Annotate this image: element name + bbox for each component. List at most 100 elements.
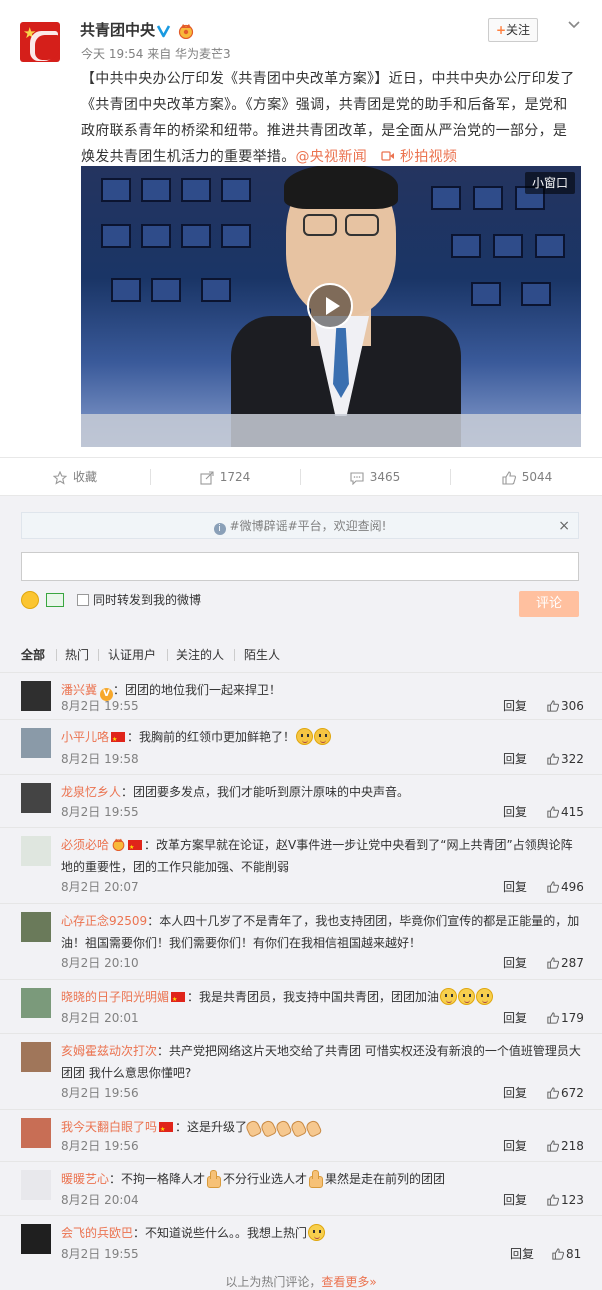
commenter-avatar[interactable] [21, 1170, 51, 1200]
commenter-name[interactable]: 必须必哈 [61, 838, 109, 852]
china-flag-icon [128, 837, 143, 859]
reply-link[interactable]: 回复 [503, 698, 527, 714]
reply-link[interactable]: 回复 [503, 1085, 527, 1101]
close-icon[interactable]: × [558, 513, 570, 539]
comment-like-button[interactable]: 322 [547, 751, 584, 767]
image-icon[interactable] [46, 593, 64, 607]
thumbs-up-icon [547, 1140, 560, 1152]
comment-time: 8月2日 20:01 [61, 1011, 139, 1025]
comment-like-button[interactable]: 81 [552, 1246, 581, 1262]
glasses-right [345, 214, 379, 236]
tab-following[interactable]: 关注的人 [176, 644, 224, 666]
commenter-name[interactable]: 晓晓的日子阳光明媚 [61, 990, 169, 1004]
commenter-name[interactable]: 小平儿咯 [61, 730, 109, 744]
tab-verified[interactable]: 认证用户 [108, 644, 156, 666]
reply-link[interactable]: 回复 [510, 1246, 534, 1262]
comment-item: 小平儿咯 ：我胸前的红领巾更加鲜艳了！ 8月2日 19:58 回复 322 [0, 719, 602, 774]
commenter-name[interactable]: 我今天翻白眼了吗 [61, 1120, 157, 1134]
bg-screen [181, 178, 211, 202]
verified-v-icon[interactable] [155, 22, 172, 39]
reply-link[interactable]: 回复 [503, 804, 527, 820]
commenter-avatar[interactable] [21, 1042, 51, 1072]
follow-label: 关注 [506, 23, 531, 37]
comment-like-button[interactable]: 218 [547, 1138, 584, 1154]
comment-time: 8月2日 20:07 [61, 880, 139, 894]
post-meta: 今天 19:54 来自 华为麦芒3 [81, 47, 231, 61]
follow-button[interactable]: +关注 [488, 18, 538, 42]
reply-link[interactable]: 回复 [503, 879, 527, 895]
tab-hot[interactable]: 热门 [65, 644, 89, 666]
comment-input[interactable] [21, 552, 579, 581]
comment-like-button[interactable]: 287 [547, 955, 584, 971]
like-button[interactable]: 5044 [452, 458, 602, 496]
repost-icon [200, 470, 214, 485]
thumbs-up-icon [547, 1012, 560, 1024]
cat-emoji-icon [296, 728, 314, 745]
bg-screen [141, 224, 171, 248]
commenter-name[interactable]: 潘兴冀 [61, 683, 97, 697]
comment-item: 心存正念92509：本人四十几岁了不是青年了，我也支持团团，毕竟你们宣传的都是正… [0, 903, 602, 979]
comment-like-button[interactable]: 496 [547, 879, 584, 895]
commenter-name[interactable]: 心存正念92509 [61, 914, 147, 928]
comment-like-button[interactable]: 123 [547, 1192, 584, 1208]
comment-body: 暖暖艺心：不拘一格降人才 不分行业选人才 果然是走在前列的团团 [61, 1168, 581, 1190]
commenter-avatar[interactable] [21, 836, 51, 866]
commenter-avatar[interactable] [21, 783, 51, 813]
reply-link[interactable]: 回复 [503, 955, 527, 971]
comment-item: 我今天翻白眼了吗 ：这是升级了 8月2日 19:56 回复 218 [0, 1109, 602, 1161]
commenter-name[interactable]: 亥姆霍兹动次打次 [61, 1044, 157, 1058]
user-avatar[interactable]: ★ [20, 22, 60, 62]
commenter-avatar[interactable] [21, 988, 51, 1018]
comment-text-c: 果然是走在前列的团团 [325, 1172, 446, 1186]
video-player[interactable]: 小窗口 [81, 166, 581, 447]
rumor-notice[interactable]: i #微博辟谣#平台，欢迎查阅! × [21, 512, 579, 539]
comment-like-button[interactable]: 672 [547, 1085, 584, 1101]
member-crown-icon[interactable] [177, 22, 195, 39]
chevron-down-icon[interactable] [566, 17, 582, 33]
comment-body: 心存正念92509：本人四十几岁了不是青年了，我也支持团团，毕竟你们宣传的都是正… [61, 910, 581, 954]
pleading-emoji-icon [440, 988, 458, 1005]
video-link[interactable]: 秒拍视频 [400, 149, 457, 165]
repost-button[interactable]: 1724 [150, 458, 300, 496]
tab-all[interactable]: 全部 [21, 644, 45, 666]
comment-like-button[interactable]: 306 [547, 698, 584, 714]
thumbs-up-emoji-icon [205, 1170, 223, 1188]
comment-item: 潘兴冀 V ：团团的地位我们一起来捍卫！ 8月2日 19:55 回复 306 [0, 672, 602, 719]
comment-body: 小平儿咯 ：我胸前的红领巾更加鲜艳了！ [61, 726, 581, 751]
mention-link[interactable]: @央视新闻 [296, 149, 368, 165]
reply-link[interactable]: 回复 [503, 1192, 527, 1208]
comment-item: 必须必哈：改革方案早就在论证，赵V事件进一步让党中央看到了“网上共青团”占领舆论… [0, 827, 602, 903]
commenter-avatar[interactable] [21, 1224, 51, 1254]
post-username[interactable]: 共青团中央 [80, 20, 155, 40]
reply-link[interactable]: 回复 [503, 751, 527, 767]
tab-strangers[interactable]: 陌生人 [244, 644, 280, 666]
commenter-name[interactable]: 龙泉忆乡人 [61, 785, 121, 799]
commenter-avatar[interactable] [21, 681, 51, 711]
favorite-button[interactable]: 收藏 [0, 458, 150, 496]
comment-body: 会飞的兵欧巴：不知道说些什么。。我想上热门 [61, 1222, 581, 1244]
comment-time: 8月2日 19:56 [61, 1139, 139, 1153]
commenter-avatar[interactable] [21, 912, 51, 942]
comment-icon [350, 471, 364, 485]
comment-like-button[interactable]: 415 [547, 804, 584, 820]
commenter-name[interactable]: 会飞的兵欧巴 [61, 1226, 133, 1240]
comment-button[interactable]: 3465 [300, 458, 450, 496]
reply-link[interactable]: 回复 [503, 1010, 527, 1026]
commenter-avatar[interactable] [21, 1118, 51, 1148]
emoji-icon[interactable] [21, 591, 39, 609]
mini-window-button[interactable]: 小窗口 [525, 172, 575, 194]
bg-screen [451, 234, 481, 258]
commenter-name[interactable]: 暖暖艺心 [61, 1172, 109, 1186]
comment-count: 3465 [369, 470, 401, 484]
comment-like-button[interactable]: 179 [547, 1010, 584, 1026]
commenter-avatar[interactable] [21, 728, 51, 758]
thumbs-up-icon [547, 1194, 560, 1206]
play-icon[interactable] [307, 283, 353, 329]
view-more-link[interactable]: 查看更多» [321, 1275, 376, 1289]
bg-screen [431, 186, 461, 210]
studio-desk [81, 414, 581, 447]
repost-checkbox[interactable] [77, 594, 89, 606]
comment-submit-button[interactable]: 评论 [519, 591, 579, 617]
post-text: 【中共中央办公厅印发《共青团中央改革方案》】近日，中共中央办公厅印发了《共青团中… [81, 66, 581, 170]
reply-link[interactable]: 回复 [503, 1138, 527, 1154]
